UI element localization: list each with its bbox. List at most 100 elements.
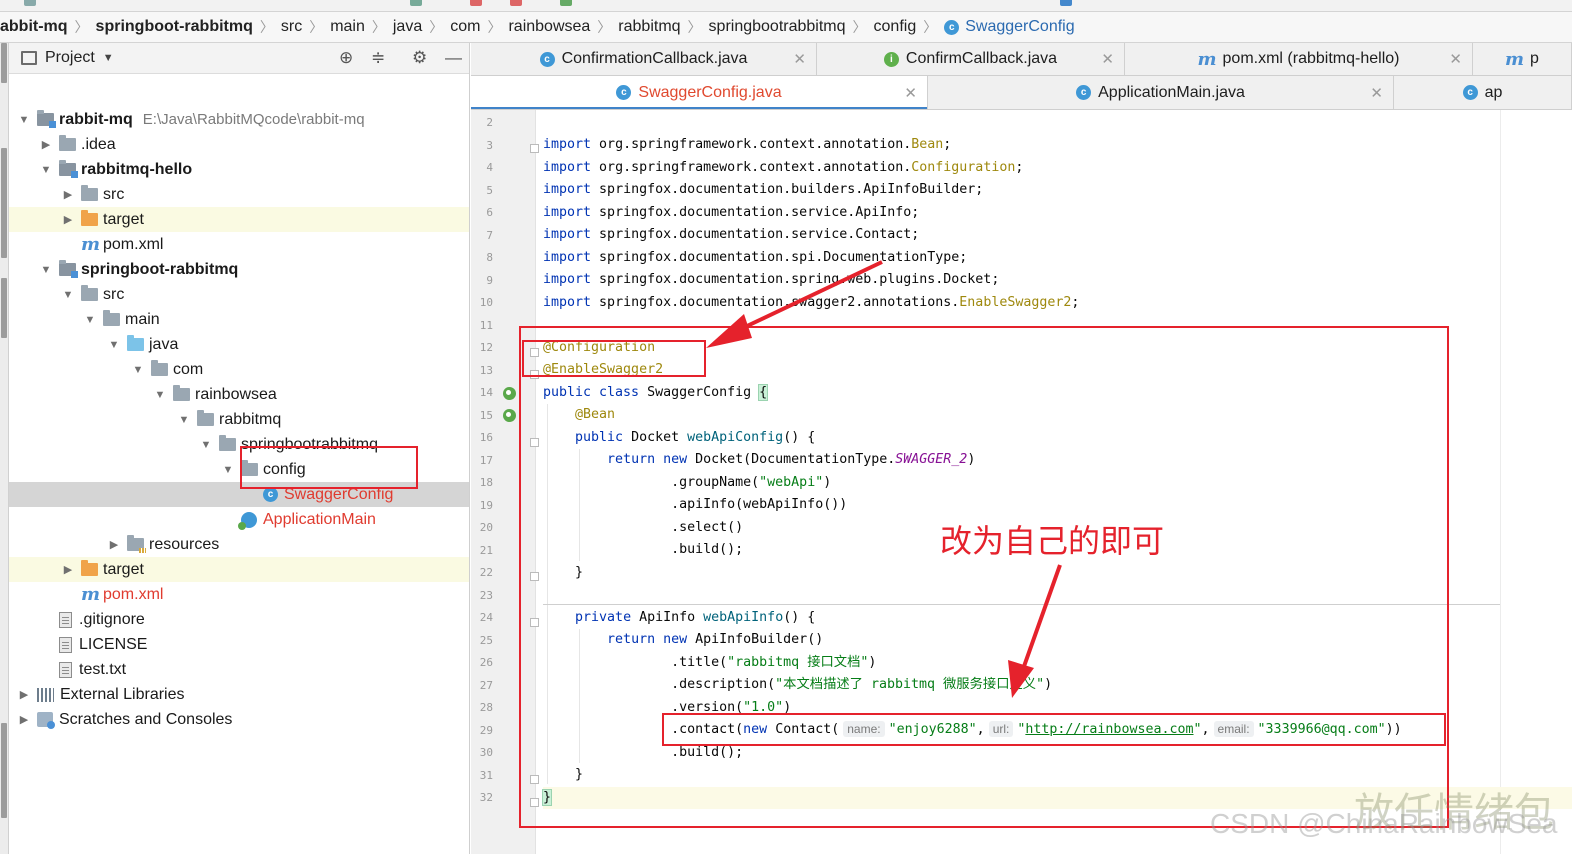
collapsed-arrow-icon[interactable]: ▶ [107,538,121,551]
editor-tab[interactable]: c ApplicationMain.java ✕ [928,76,1394,109]
toolbar-icon[interactable] [510,0,522,6]
breadcrumb-separator-icon: 〉 [487,19,502,35]
expanded-arrow-icon[interactable]: ▼ [83,314,97,326]
tree-item[interactable]: ▶ target [9,207,469,232]
tree-item[interactable]: test.txt [9,657,469,682]
tree-item[interactable]: ▼ src [9,282,469,307]
expanded-arrow-icon[interactable]: ▼ [221,464,235,476]
expanded-arrow-icon[interactable]: ▼ [39,264,53,276]
spring-bean-gutter-icon[interactable] [503,409,516,422]
module-folder-icon [59,260,78,278]
collapsed-arrow-icon[interactable]: ▶ [17,713,31,726]
tree-item[interactable]: ApplicationMain [9,507,469,532]
close-icon[interactable]: ✕ [793,50,806,68]
tree-item[interactable]: m pom.xml [9,232,469,257]
tree-item[interactable]: ▼ springboot-rabbitmq [9,257,469,282]
expanded-arrow-icon[interactable]: ▼ [107,339,121,351]
editor-tab[interactable]: i ConfirmCallback.java ✕ [817,43,1125,75]
expanded-arrow-icon[interactable]: ▼ [199,439,213,451]
breadcrumb-item[interactable]: com [450,18,480,36]
expanded-arrow-icon[interactable]: ▼ [61,289,75,301]
tree-item[interactable]: LICENSE [9,632,469,657]
project-panel-title[interactable]: Project [45,49,95,67]
tree-item-label: LICENSE [79,635,148,653]
tree-item[interactable]: .gitignore [9,607,469,632]
close-icon[interactable]: ✕ [1101,50,1114,68]
tree-item-label: resources [149,535,220,553]
expanded-arrow-icon[interactable]: ▼ [153,389,167,401]
breadcrumb-item[interactable]: main [330,18,365,36]
toolbar-icon[interactable] [1060,0,1072,6]
line-number: 19 [479,498,493,512]
class-icon: c [539,51,555,67]
breadcrumb-item[interactable]: springboot-rabbitmq [96,18,253,36]
toolbar-icon[interactable] [560,0,572,6]
close-icon[interactable]: ✕ [904,84,917,102]
gear-icon[interactable]: ⚙ [412,49,427,67]
toolbar-icon[interactable] [410,0,422,6]
excluded-folder-icon [81,210,98,226]
tool-window-stripe[interactable] [1,723,7,818]
code-line: import springfox.documentation.service.C… [543,227,920,242]
tool-window-stripe[interactable] [1,43,7,83]
breadcrumb-item[interactable]: rainbowsea [508,18,590,36]
line-number: 16 [479,431,493,444]
line-number: 5 [486,183,493,197]
spring-bean-gutter-icon[interactable] [503,387,516,400]
tree-item[interactable]: ▼ main [9,307,469,332]
close-icon[interactable]: ✕ [1370,84,1383,102]
tree-item[interactable]: ▼ java [9,332,469,357]
tree-item[interactable]: m pom.xml [9,582,469,607]
expanded-arrow-icon[interactable]: ▼ [17,114,31,126]
tree-item[interactable]: ▼ rabbitmq-hello [9,157,469,182]
maven-icon: m [1505,48,1525,70]
tree-item[interactable]: ▼ rainbowsea [9,382,469,407]
editor-tab[interactable]: mp [1473,43,1572,75]
tree-item[interactable]: ▼ com [9,357,469,382]
tree-item[interactable]: ▶ External Libraries [9,682,469,707]
editor-tab[interactable]: c ConfirmationCallback.java ✕ [471,43,817,75]
close-icon[interactable]: ✕ [1449,50,1462,68]
breadcrumb-item[interactable]: config [874,18,917,36]
tree-item[interactable]: ▶ Scratches and Consoles [9,707,469,732]
breadcrumb-item[interactable]: springbootrabbitmq [709,18,846,36]
code-line: import springfox.documentation.swagger2.… [543,295,1080,310]
breadcrumb-separator-icon: 〉 [429,19,444,35]
editor-tab[interactable]: c ap [1394,76,1572,109]
breadcrumb-item[interactable]: rabbitmq [618,18,680,36]
collapsed-arrow-icon[interactable]: ▶ [61,563,75,576]
collapsed-arrow-icon[interactable]: ▶ [17,688,31,701]
editor-tab[interactable]: c SwaggerConfig.java ✕ [471,76,928,109]
fold-marker-icon[interactable] [530,144,539,153]
tree-item-label: pom.xml [103,235,164,253]
tool-window-stripe[interactable] [1,278,7,338]
collapsed-arrow-icon[interactable]: ▶ [61,213,75,226]
collapsed-arrow-icon[interactable]: ▶ [39,138,53,151]
tool-window-stripe[interactable] [1,148,7,258]
line-number: 8 [486,251,493,264]
collapse-all-icon[interactable]: ≑ [371,49,385,67]
editor-tab[interactable]: m pom.xml (rabbitmq-hello) ✕ [1125,43,1473,75]
collapsed-arrow-icon[interactable]: ▶ [61,188,75,201]
tree-item[interactable]: ▶ resources [9,532,469,557]
tree-item-label: rabbit-mq [59,110,133,128]
tree-item[interactable]: ▶ target [9,557,469,582]
toolbar-icon[interactable] [24,0,36,6]
hide-panel-icon[interactable]: — [445,49,462,67]
toolbar-icon[interactable] [470,0,482,6]
expanded-arrow-icon[interactable]: ▼ [39,164,53,176]
breadcrumb-item[interactable]: c SwaggerConfig [944,18,1075,36]
breadcrumb-item[interactable]: src [281,18,302,36]
tree-item[interactable]: ▼ rabbitmq [9,407,469,432]
chevron-down-icon[interactable]: ▼ [103,52,114,64]
tree-item[interactable]: ▶ .idea [9,132,469,157]
expanded-arrow-icon[interactable]: ▼ [177,414,191,426]
expanded-arrow-icon[interactable]: ▼ [131,364,145,376]
breadcrumb-item[interactable]: java [393,18,422,36]
breadcrumb-label: rainbowsea [508,18,591,35]
tree-item[interactable]: ▼ rabbit-mq E:\Java\RabbitMQcode\rabbit-mq [9,107,469,132]
library-icon [37,687,54,702]
locate-icon[interactable]: ⊕ [339,49,353,67]
breadcrumb-item[interactable]: abbit-mq [0,18,68,36]
tree-item[interactable]: ▶ src [9,182,469,207]
